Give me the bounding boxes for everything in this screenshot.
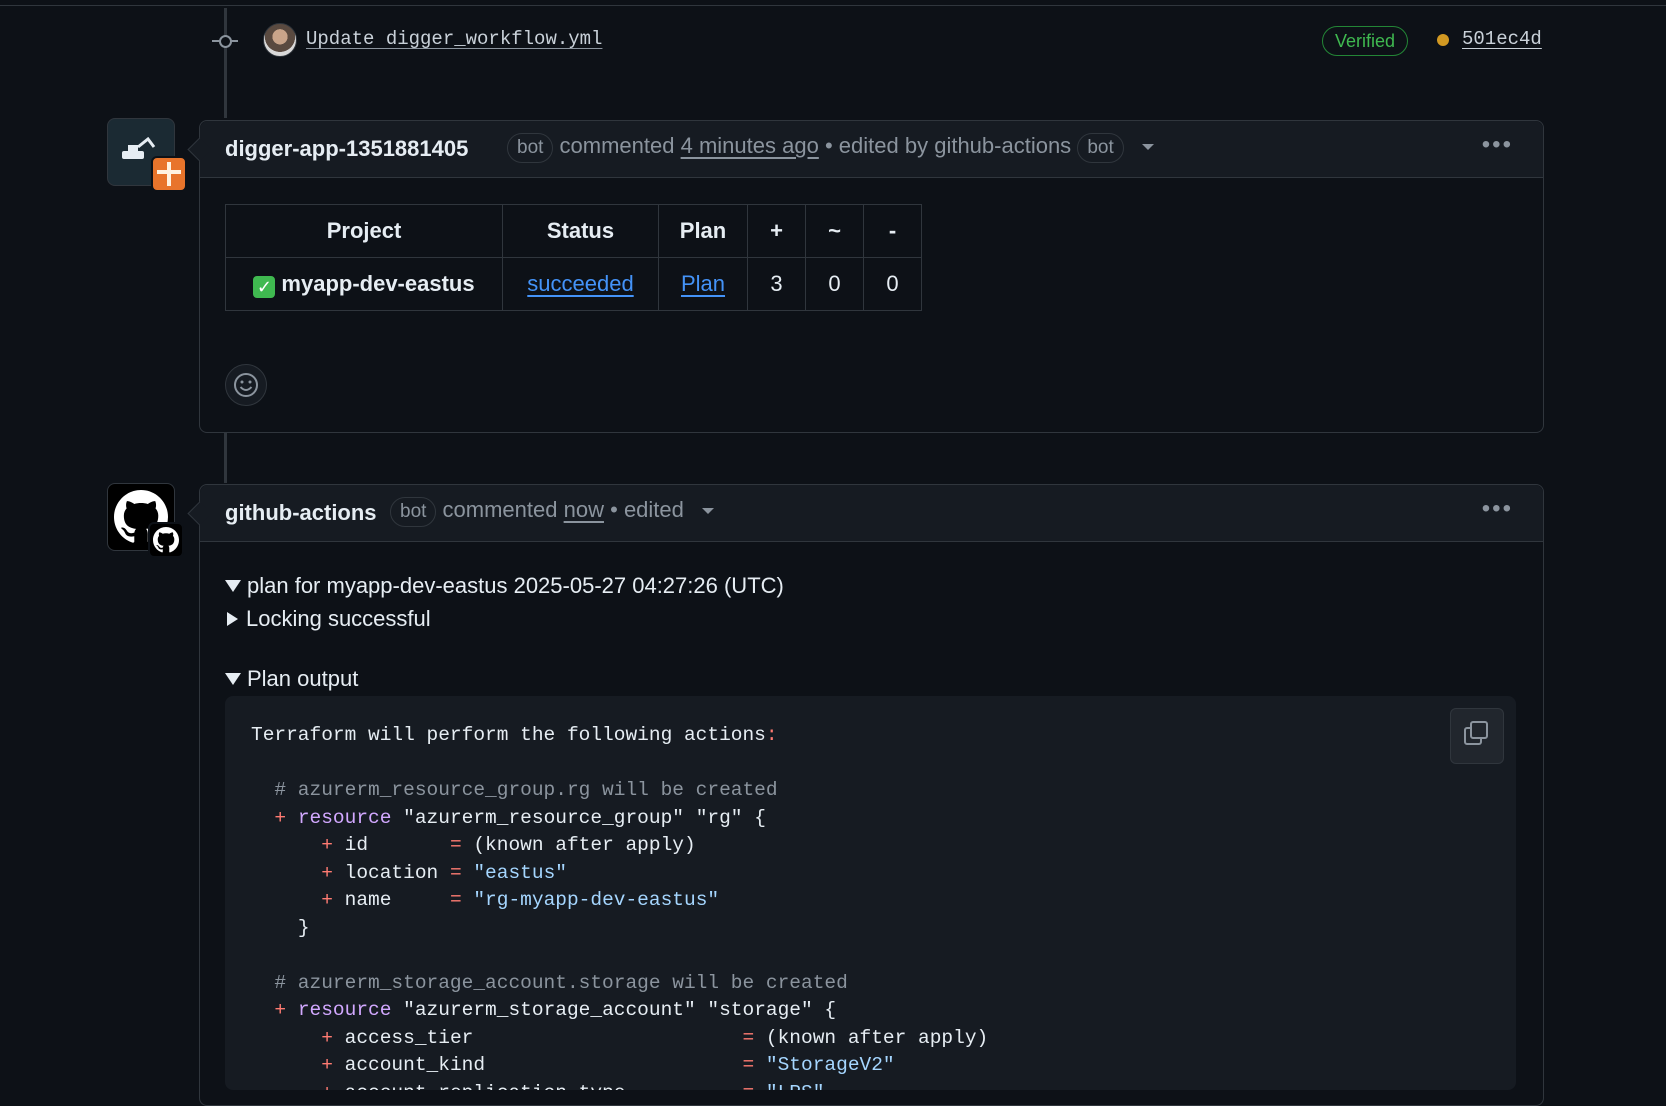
bot-badge: bot [507,133,554,163]
add-reaction-button[interactable] [225,364,267,406]
comment-header: digger-app-1351881405 bot commented 4 mi… [200,121,1543,178]
avatar[interactable] [263,23,297,57]
commit-message-link[interactable]: Update digger_workflow.yml [306,28,602,50]
column-header: Plan [658,204,748,258]
top-divider [0,5,1666,6]
column-header: - [863,204,922,258]
bot-badge: bot [390,497,437,527]
expanded-triangle-icon [225,673,241,685]
plan-cell: Plan [658,257,748,311]
comment-header: github-actions bot commented now • edite… [200,485,1543,542]
digger-badge-icon [151,156,187,192]
destroy-count: 0 [863,257,922,311]
plan-output-code-block[interactable]: Terraform will perform the following act… [225,696,1516,1090]
plan-output-text: Plan output [247,666,359,691]
column-header: Status [502,204,659,258]
git-commit-icon [212,35,238,48]
separator-dot: • [610,497,618,522]
plan-link[interactable]: Plan [681,271,725,296]
verified-badge[interactable]: Verified [1322,26,1409,56]
add-count: 3 [747,257,806,311]
commit-row: Update digger_workflow.yml Verified 501e… [0,20,1666,64]
edit-history-dropdown-icon[interactable] [702,508,715,515]
github-actions-badge-icon [148,522,184,558]
separator-dot: • [824,133,833,158]
locking-summary-text: Locking successful [246,606,431,631]
project-name: myapp-dev-eastus [281,270,475,296]
editor-bot-badge: bot [1077,133,1124,163]
plan-details-summary[interactable]: plan for myapp-dev-eastus 2025-05-27 04:… [225,573,784,599]
commit-sha-link[interactable]: 501ec4d [1462,28,1542,50]
comment-timestamp-link[interactable]: now [564,497,604,522]
comment-timestamp-link[interactable]: 4 minutes ago [681,133,819,158]
results-table: Project Status Plan + ~ - ✓ myapp-dev-eas… [225,204,922,311]
comment-author-link[interactable]: digger-app-1351881405 [225,136,468,162]
digger-app-avatar[interactable] [107,118,187,192]
editor-name: github-actions [934,133,1072,158]
comment-meta: bot commented now • edited [390,497,715,527]
edited-prefix: edited by [838,133,929,158]
edit-history-dropdown-icon[interactable] [1141,144,1154,151]
status-link[interactable]: succeeded [527,271,633,296]
timeline-line [224,430,227,483]
project-cell: ✓ myapp-dev-eastus [225,257,503,311]
status-cell: succeeded [502,257,659,311]
edited-label: edited [623,497,684,522]
comment-options-icon[interactable]: ••• [1482,497,1513,521]
expanded-triangle-icon [225,580,241,592]
comment-meta: bot commented 4 minutes ago • edited by … [507,133,1154,163]
comment-options-icon[interactable]: ••• [1482,133,1513,157]
plan-summary-text: plan for myapp-dev-eastus 2025-05-27 04:… [247,573,784,598]
plan-output-summary[interactable]: Plan output [225,666,358,692]
table-header-row: Project Status Plan + ~ - [225,204,922,258]
copy-button[interactable] [1450,708,1504,764]
comment-action: commented [442,497,558,522]
copy-icon [1464,721,1488,745]
comment-author-link[interactable]: github-actions [225,500,377,526]
check-mark-icon: ✓ [253,275,276,298]
column-header: Project [225,204,503,258]
comment-action: commented [559,133,675,158]
table-row: ✓ myapp-dev-eastus succeeded Plan 3 0 0 [225,257,922,311]
smiley-icon [234,373,258,397]
change-count: 0 [805,257,864,311]
code-content: Terraform will perform the following act… [251,724,989,1090]
locking-details-summary[interactable]: Locking successful [225,606,431,632]
collapsed-triangle-icon [227,612,238,626]
column-header: ~ [805,204,864,258]
pending-status-icon[interactable] [1437,34,1449,46]
github-actions-avatar[interactable] [107,483,184,558]
column-header: + [747,204,806,258]
